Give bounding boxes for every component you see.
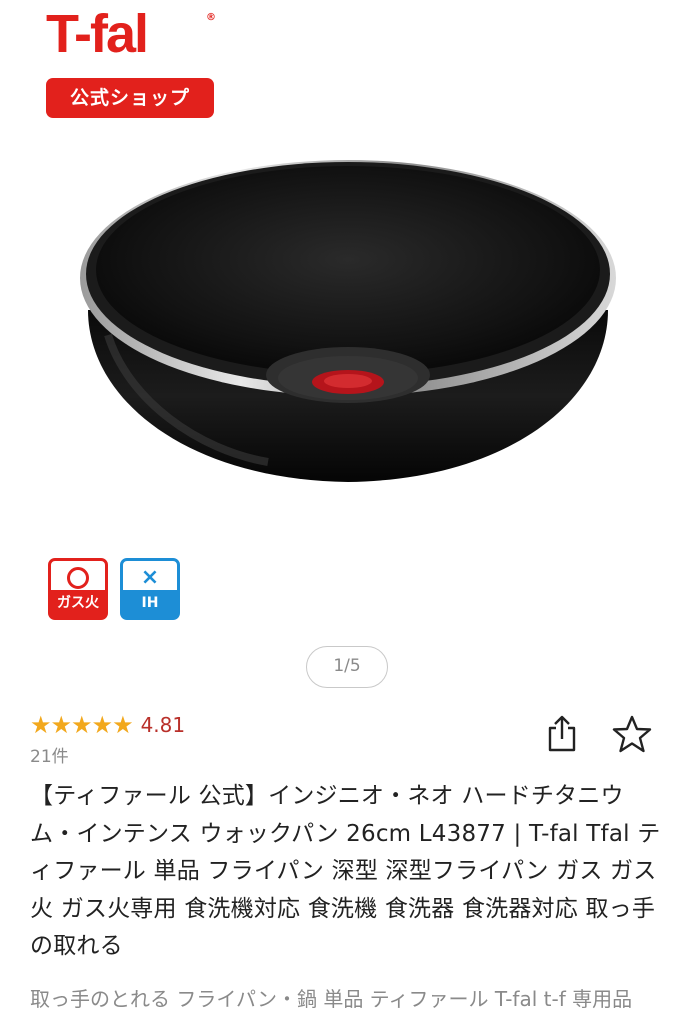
share-icon[interactable] xyxy=(544,714,580,754)
rating-summary[interactable]: ★★★★★ 4.81 xyxy=(30,710,185,740)
ih-incompatible-badge: × IH xyxy=(120,558,180,620)
ih-badge-label: IH xyxy=(123,590,177,617)
star-outline-icon[interactable] xyxy=(612,714,652,754)
product-catchcopy: 取っ手のとれる フライパン・鍋 単品 ティファール T-fal t-f 専用品 xyxy=(30,987,633,1011)
rating-value: 4.81 xyxy=(140,713,186,737)
trademark-mark: ® xyxy=(206,12,216,23)
logo-text: T-fal xyxy=(46,4,149,64)
official-shop-badge: 公式ショップ xyxy=(46,78,214,118)
rating-stars-icon: ★★★★★ xyxy=(30,711,134,739)
image-pager-indicator[interactable]: 1/5 xyxy=(306,646,388,688)
tfal-logo[interactable]: T-fal ® 公式ショップ xyxy=(46,4,216,118)
product-title: 【ティファール 公式】インジニオ・ネオ ハードチタニウム・インテンス ウォックパ… xyxy=(30,783,661,959)
gas-compatible-badge: ガス火 xyxy=(48,558,108,620)
gas-badge-label: ガス火 xyxy=(51,590,105,617)
cross-mark-icon: × xyxy=(140,565,160,590)
review-count[interactable]: 21件 xyxy=(30,742,69,767)
wok-pan-image[interactable] xyxy=(68,150,628,490)
